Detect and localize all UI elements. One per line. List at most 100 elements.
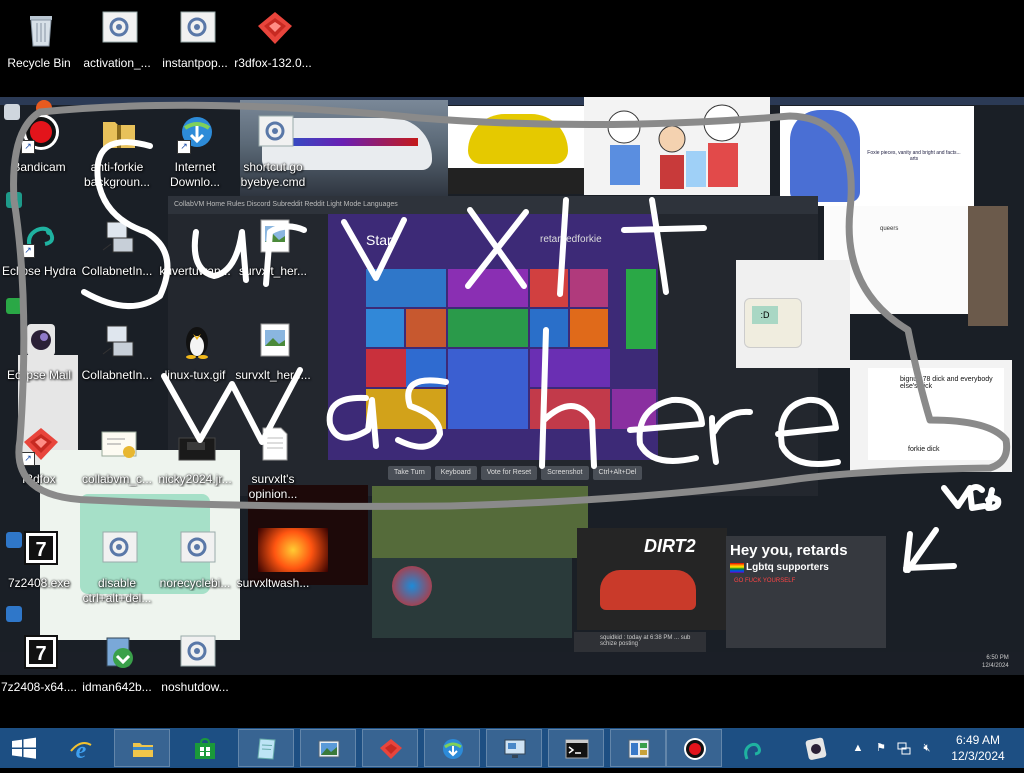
taskbar-photo-viewer[interactable] [300,729,356,767]
settings-file-icon [180,635,216,667]
dirt2-title: DIRT2 [644,536,696,556]
shortcut-arrow-icon: ↗ [21,140,35,154]
certificate-icon [101,431,137,458]
eclipse-hydra-label: Eclipse Hydra [1,264,77,278]
taskbar-eclipse-hydra[interactable] [724,729,780,767]
eclipse-hydra-shortcut[interactable]: ↗ Eclipse Hydra [0,208,80,292]
pride-flag-icon [730,563,744,573]
photo-viewer-icon [318,740,340,758]
discord-title: Hey you, retards [730,542,848,559]
7zip-icon: 7 [24,635,58,669]
survxlt-here-file-2[interactable]: survxlt_here... [232,312,314,396]
taskbar-eclipse-mail[interactable] [786,729,842,767]
r3dfox-label: r3dfox [22,472,56,486]
kuvertuwan-file[interactable]: kuvertuwan... [154,208,236,292]
recycle-bin-label: Recycle Bin [7,56,71,70]
show-hidden-icons-chevron-icon[interactable]: ▲ [851,741,865,755]
r3dfox-icon [258,12,292,44]
military-vehicle-image [372,486,588,558]
robot-face: :D [752,306,778,324]
video-tile [570,269,608,307]
taskbar-clock[interactable]: 6:49 AM 12/3/2024 [948,732,1008,764]
idman-installer[interactable]: idman642b... [76,624,158,708]
instantpop-shortcut[interactable]: instantpop... [154,0,236,84]
vm-button-row: Take Turn Keyboard Vote for Reset Screen… [388,466,643,480]
store-tile [626,269,656,349]
paint-caption-1: bignuts78 dick and everybody else's dick [900,376,993,390]
sketch-label: queers [880,226,899,232]
idman-label: idman642b... [82,680,152,694]
cat-caption: Foxie pieces, vanity and bright and fact… [867,150,961,162]
windows-logo-icon [12,737,36,759]
vote-reset-button: Vote for Reset [480,466,538,480]
shortcut-go-byebye-file[interactable]: shortcut go byebye.cmd [232,104,314,189]
keyboard-button: Keyboard [434,466,477,480]
linux-tux-label: linux-tux.gif [164,368,226,382]
collabnet-installer-2-label: CollabnetIn... [81,368,153,382]
calendar-tile [448,269,528,307]
control-panel-icon [628,739,650,759]
taskbar-store[interactable] [176,729,232,767]
taskbar-command-prompt[interactable] [548,729,604,767]
dark-image-file-icon [178,437,216,461]
taskbar-internet-download-manager[interactable] [424,729,480,767]
internet-download-manager-shortcut[interactable]: ↗ Internet Downlo... [154,104,236,189]
eclipse-mail-shortcut[interactable]: Eclipse Mail [0,312,80,396]
network-icon[interactable] [897,741,911,755]
settings-file-icon [180,531,216,563]
7z2408-x64-installer[interactable]: 7 7z2408-x64.... [0,624,80,708]
eclipse-mail-icon [27,324,55,356]
survxlt-here-file-1[interactable]: survxlt_her... [232,208,314,292]
cartoon-drawing [607,104,741,189]
recycle-bin-icon [30,16,52,47]
taskbar-notepad[interactable] [238,729,294,767]
collabvm-certificate-file[interactable]: collabvm_c... [76,416,158,500]
taskbar-control-panel[interactable] [610,729,666,767]
norecyclebin-file[interactable]: norecyclebi... [154,520,236,604]
instantpop-label: instantpop... [162,56,228,70]
7z2408-installer[interactable]: 7 7z2408.exe [0,520,80,604]
people-tile [406,309,446,347]
command-prompt-icon [565,739,589,759]
r3dfox-shortcut[interactable]: ↗ r3dfox [0,416,80,500]
7zip-icon: 7 [24,531,58,565]
taskbar-r3dfox[interactable] [362,729,418,767]
taskbar-file-explorer[interactable] [114,729,170,767]
start-button[interactable] [0,728,48,768]
shortcut-go-byebye-label: shortcut go byebye.cmd [240,160,306,189]
tiny-blue-icon-2 [6,606,22,622]
inner-clock-time: 6:50 PM [986,655,1009,661]
activation-label: activation_... [83,56,151,70]
notepad-icon [257,738,276,760]
volume-muted-icon[interactable]: 🔇︎ [920,741,934,755]
action-center-flag-icon[interactable]: ⚑ [874,741,888,755]
anti-forkie-shortcut[interactable]: anti-forkie backgroun... [76,104,158,189]
nicky2024-file[interactable]: nicky2024.jr... [154,416,236,500]
store-icon [195,737,215,759]
food-tile [530,389,610,429]
collabnet-installer-2[interactable]: CollabnetIn... [76,312,158,396]
collabnet-installer-1[interactable]: CollabnetIn... [76,208,158,292]
taskbar-remote-desktop[interactable] [486,729,542,767]
help-tile [570,309,608,347]
network-computer-icon [102,221,134,253]
noshutdown-file[interactable]: noshutdow... [154,624,236,708]
internet-download-manager-label: Internet Downlo... [169,160,221,189]
survxlt-opinion-file[interactable]: survxlt's opinion... [232,416,314,501]
survxlt-here-1-label: survxlt_her... [238,264,308,278]
linux-tux-file[interactable]: linux-tux.gif [154,312,236,396]
disable-ctrl-alt-del-file[interactable]: disable ctrl+alt+del... [76,520,158,605]
image-file-icon [260,219,290,253]
start-screen-title: Start [366,232,396,248]
activation-shortcut[interactable]: activation_... [76,0,158,84]
shortcut-arrow-icon: ↗ [177,140,191,154]
r3dfox-installer-shortcut[interactable]: r3dfox-132.0... [232,0,314,84]
taskbar-bandicam[interactable] [666,729,722,767]
noshutdown-label: noshutdow... [161,680,229,694]
survxltwash-file[interactable]: survxltwash... [232,520,314,604]
bandicam-shortcut[interactable]: ↗ Bandicam [0,104,80,188]
internet-explorer-icon: e [70,738,92,761]
taskbar-internet-explorer[interactable]: e [52,729,108,767]
screenshot-button: Screenshot [541,466,589,480]
recycle-bin-shortcut[interactable]: Recycle Bin [0,0,80,84]
